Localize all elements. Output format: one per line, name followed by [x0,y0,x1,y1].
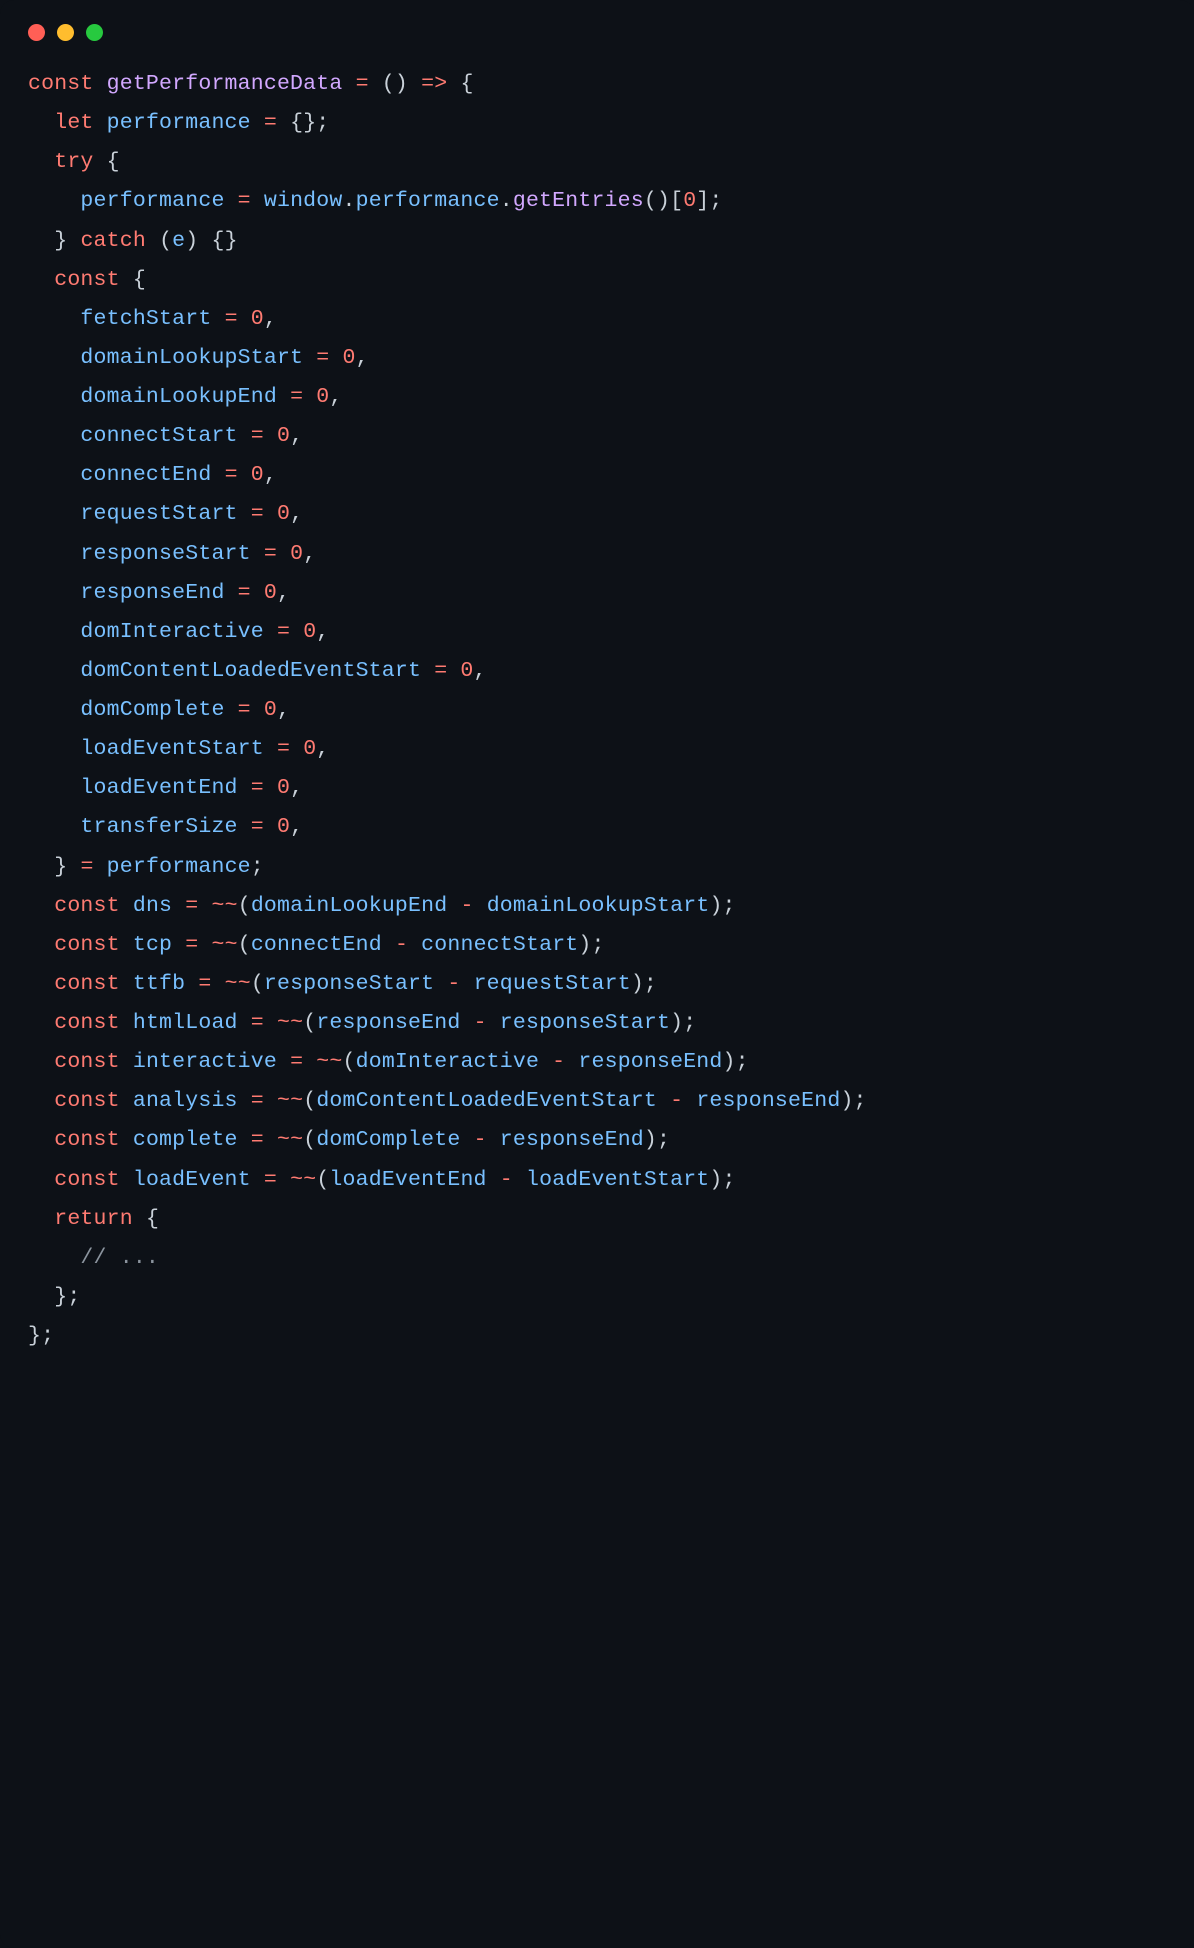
field-responseEnd: responseEnd [80,581,224,605]
field-domComplete: domComplete [80,698,224,722]
var-htmlLoad: htmlLoad [133,1011,238,1035]
keyword-return: return [54,1207,133,1231]
field-loadEventStart: loadEventStart [80,737,263,761]
field-domainLookupEnd: domainLookupEnd [80,385,277,409]
fn-getEntries: getEntries [513,189,644,213]
field-domainLookupStart: domainLookupStart [80,346,303,370]
window-controls [0,18,1194,65]
field-connectEnd: connectEnd [80,463,211,487]
paren: () [382,72,408,96]
var-complete: complete [133,1128,238,1152]
var-analysis: analysis [133,1089,238,1113]
keyword-catch: catch [80,229,146,253]
field-loadEventEnd: loadEventEnd [80,776,237,800]
window-object: window [264,189,343,213]
var-dns: dns [133,894,172,918]
var-performance: performance [107,111,251,135]
comment-ellipsis: // ... [80,1246,159,1270]
brace: { [460,72,473,96]
var-ttfb: ttfb [133,972,185,996]
field-transferSize: transferSize [80,815,237,839]
field-connectStart: connectStart [80,424,237,448]
field-domInteractive: domInteractive [80,620,263,644]
code-window: const getPerformanceData = () => { let p… [0,0,1194,1948]
zoom-icon[interactable] [86,24,103,41]
keyword-let: let [54,111,93,135]
minimize-icon[interactable] [57,24,74,41]
op-assign: = [356,72,369,96]
code-editor[interactable]: const getPerformanceData = () => { let p… [0,65,1194,1384]
arrow: => [421,72,447,96]
keyword-try: try [54,150,93,174]
var-interactive: interactive [133,1050,277,1074]
close-icon[interactable] [28,24,45,41]
function-name: getPerformanceData [107,72,343,96]
keyword-const: const [28,72,94,96]
var-loadEvent: loadEvent [133,1168,251,1192]
var-tcp: tcp [133,933,172,957]
field-requestStart: requestStart [80,502,237,526]
field-responseStart: responseStart [80,542,250,566]
field-fetchStart: fetchStart [80,307,211,331]
field-domContentLoadedEventStart: domContentLoadedEventStart [80,659,421,683]
